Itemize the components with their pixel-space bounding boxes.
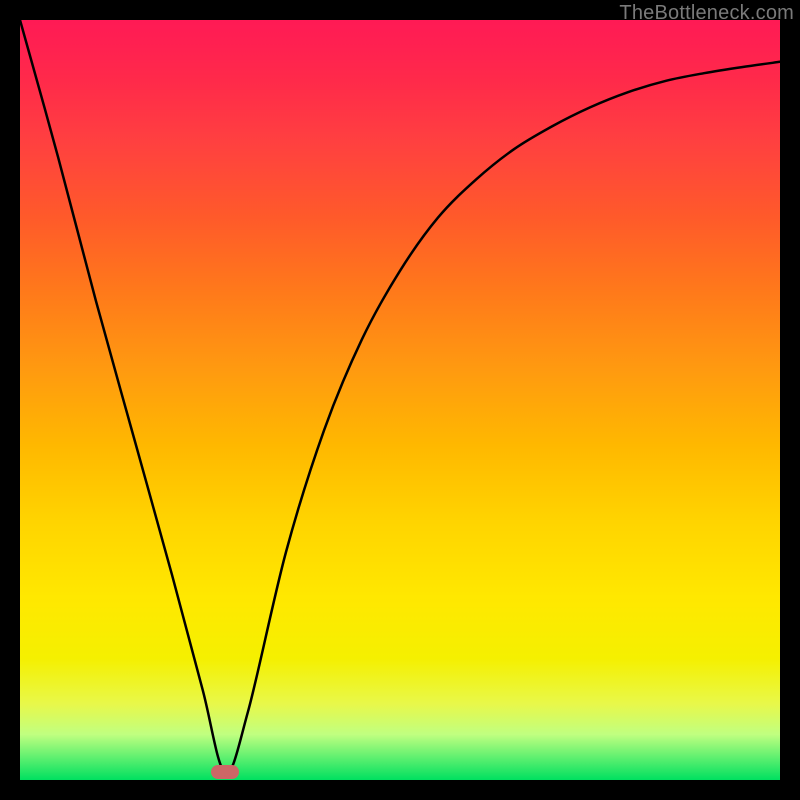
bottleneck-curve bbox=[20, 20, 780, 773]
plot-area bbox=[20, 20, 780, 780]
watermark-text: TheBottleneck.com bbox=[619, 2, 794, 25]
chart-frame: TheBottleneck.com bbox=[0, 0, 800, 800]
minimum-marker bbox=[211, 765, 239, 779]
curve-svg bbox=[20, 20, 780, 780]
